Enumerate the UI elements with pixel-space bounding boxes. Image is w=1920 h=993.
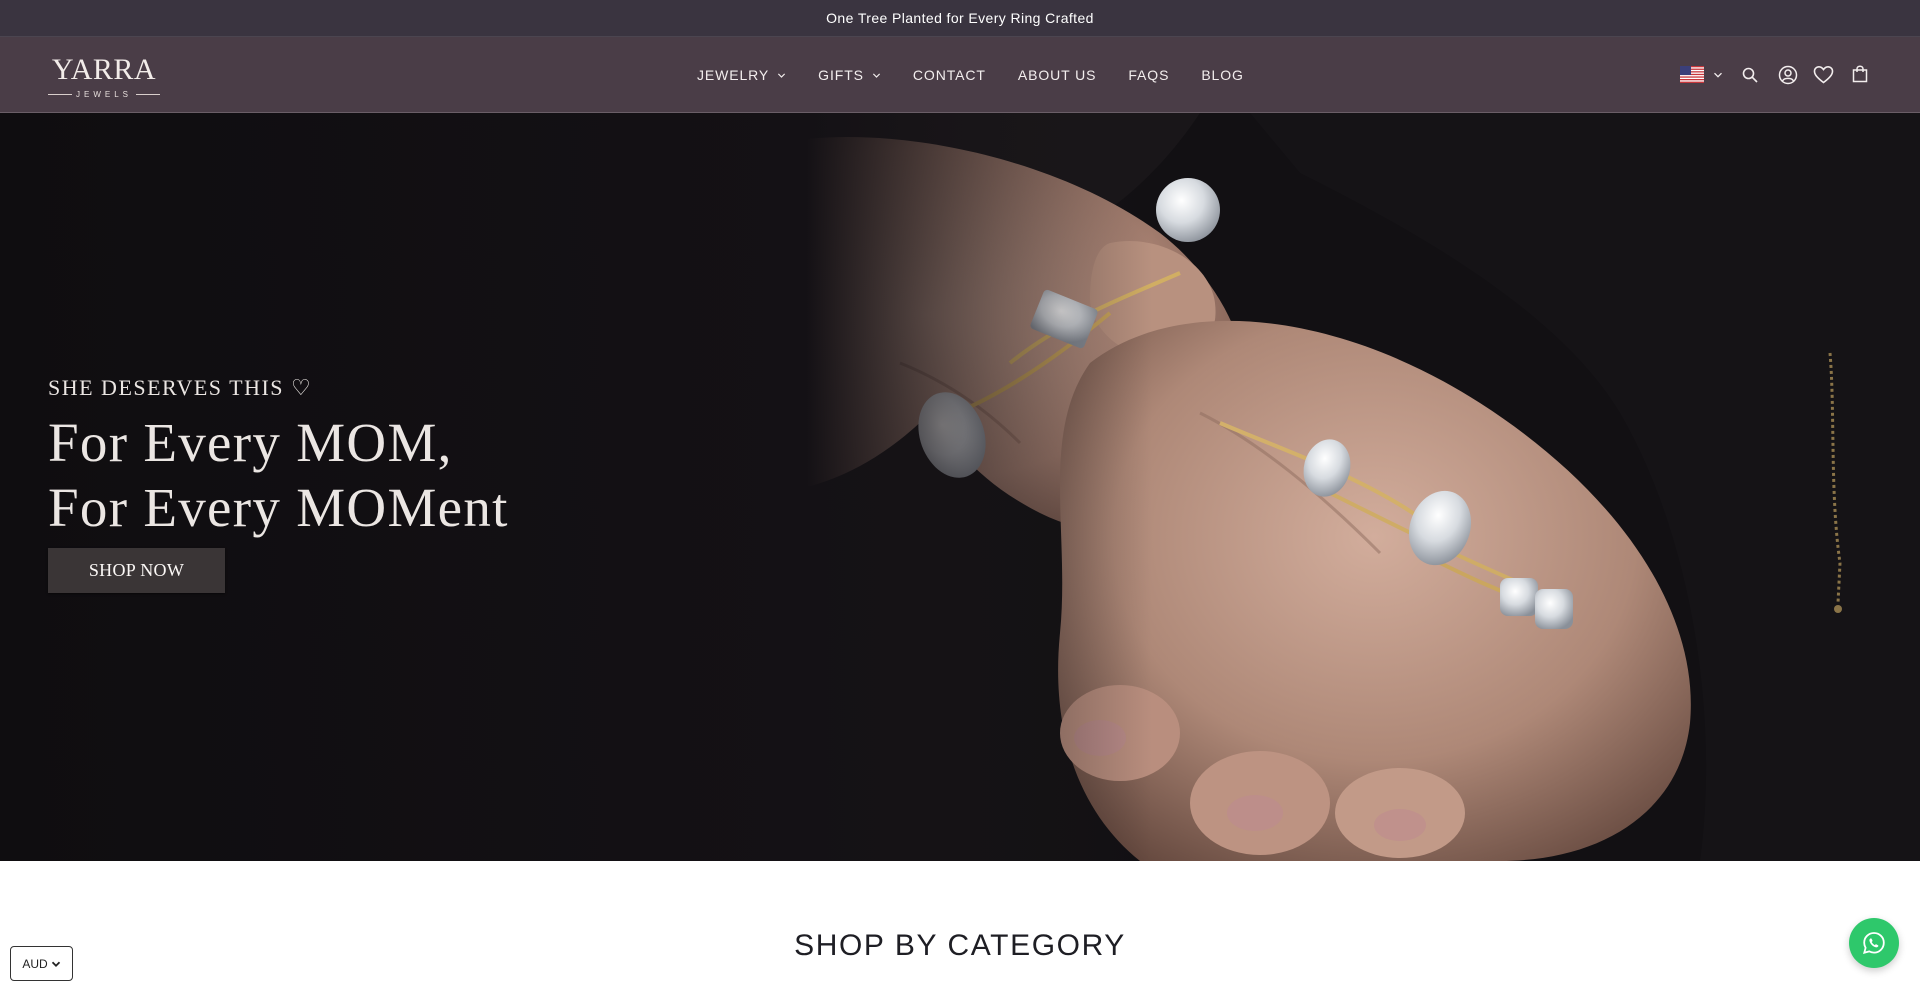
- nav-gifts[interactable]: GIFTS: [818, 67, 881, 83]
- search-icon[interactable]: [1741, 66, 1759, 84]
- hero-copy: SHE DESERVES THIS ♡ For Every MOM, For E…: [48, 375, 509, 540]
- nav-about-us-label: ABOUT US: [1017, 67, 1097, 83]
- chevron-down-icon: [872, 72, 880, 78]
- nav-faqs-label: FAQS: [1128, 67, 1170, 83]
- whatsapp-chat-button[interactable]: [1849, 918, 1899, 968]
- hero-headline-line1: For Every MOM,: [48, 412, 453, 473]
- shop-now-button[interactable]: SHOP NOW: [48, 548, 225, 593]
- nav-contact[interactable]: CONTACT: [913, 67, 986, 83]
- main-nav: JEWELRY GIFTS CONTACT ABOUT US FAQS BLOG: [697, 37, 1244, 113]
- announcement-bar: One Tree Planted for Every Ring Crafted: [0, 0, 1920, 37]
- logo-divider-right: [135, 93, 160, 95]
- hero-headline-line2: For Every MOMent: [48, 477, 509, 538]
- currency-selector[interactable]: AUD: [10, 946, 73, 981]
- nav-jewelry-label: JEWELRY: [697, 67, 770, 83]
- us-flag-icon: [1680, 66, 1704, 83]
- nav-blog[interactable]: BLOG: [1201, 67, 1244, 83]
- site-header: YARRA JEWELS JEWELRY GIFTS CONTACT ABOUT…: [0, 37, 1920, 113]
- whatsapp-icon: [1863, 932, 1885, 954]
- nav-about-us[interactable]: ABOUT US: [1018, 67, 1097, 83]
- chevron-down-icon: [51, 961, 60, 967]
- section-title: SHOP BY CATEGORY: [794, 929, 1126, 962]
- nav-contact-label: CONTACT: [912, 67, 986, 83]
- hero-eyebrow: SHE DESERVES THIS ♡: [48, 375, 313, 400]
- logo[interactable]: YARRA JEWELS: [48, 53, 160, 99]
- account-icon[interactable]: [1778, 65, 1798, 85]
- nav-faqs[interactable]: FAQS: [1128, 67, 1169, 83]
- chevron-down-icon: [1714, 72, 1722, 78]
- hero-headline: For Every MOM, For Every MOMent: [48, 410, 509, 540]
- hero-banner: SHE DESERVES THIS ♡ For Every MOM, For E…: [0, 113, 1920, 861]
- nav-gifts-label: GIFTS: [818, 67, 864, 83]
- logo-sub-row: JEWELS: [48, 89, 160, 99]
- announcement-text: One Tree Planted for Every Ring Crafted: [826, 10, 1094, 26]
- logo-subtitle: JEWELS: [75, 89, 132, 99]
- bag-icon[interactable]: [1852, 65, 1868, 83]
- nav-blog-label: BLOG: [1201, 67, 1244, 83]
- country-selector[interactable]: [1680, 66, 1724, 84]
- chevron-down-icon: [778, 72, 786, 78]
- heart-icon[interactable]: [1813, 65, 1834, 85]
- logo-main: YARRA: [51, 53, 157, 86]
- currency-value: AUD: [22, 956, 48, 971]
- nav-jewelry[interactable]: JEWELRY: [697, 67, 786, 83]
- logo-divider-left: [48, 93, 72, 95]
